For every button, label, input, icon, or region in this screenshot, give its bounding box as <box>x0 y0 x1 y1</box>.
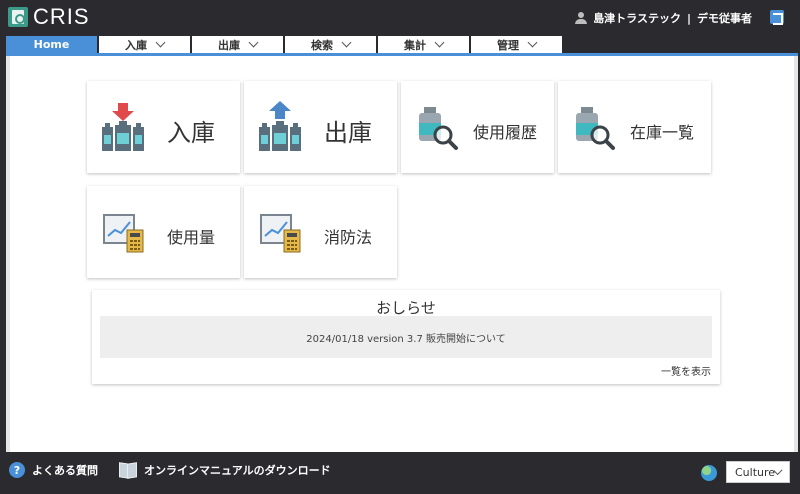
faq-label: よくある質問 <box>32 464 98 477</box>
app-title: CRIS <box>33 4 90 29</box>
help-icon: ? <box>9 462 25 478</box>
tile-receive[interactable]: 入庫 <box>87 81 240 173</box>
globe-icon <box>701 465 717 481</box>
faq-link[interactable]: ? よくある質問 <box>9 462 98 478</box>
tile-label: 使用履歴 <box>473 123 538 142</box>
logout-icon[interactable] <box>770 10 784 25</box>
chevron-down-icon <box>341 37 352 48</box>
user-company: 島津トラステック <box>593 12 681 25</box>
inventory-search-icon <box>574 107 618 151</box>
notice-item[interactable]: 2024/01/18 version 3.7 販売開始について <box>100 316 712 358</box>
fire-law-chart-calculator-icon <box>260 214 304 254</box>
chevron-down-icon <box>527 37 538 48</box>
tab-label: 出庫 <box>218 38 240 52</box>
receive-bottles-icon <box>101 101 145 153</box>
manual-download-link[interactable]: オンラインマニュアルのダウンロード <box>119 462 331 478</box>
tab-label: Home <box>33 38 70 51</box>
notice-show-all-link[interactable]: 一覧を表示 <box>661 363 711 378</box>
manual-label: オンラインマニュアルのダウンロード <box>144 464 331 477</box>
culture-label: Culture <box>735 465 776 479</box>
tile-label: 在庫一覧 <box>630 123 695 142</box>
issue-bottles-icon <box>258 101 302 153</box>
chevron-down-icon <box>155 37 166 48</box>
book-icon <box>119 463 137 477</box>
user-name: デモ従事者 <box>697 12 752 25</box>
tab-label: 検索 <box>311 38 333 52</box>
chevron-down-icon <box>248 37 259 48</box>
notice-panel: おしらせ 2024/01/18 version 3.7 販売開始について 一覧を… <box>92 290 720 384</box>
tab-label: 集計 <box>404 38 426 52</box>
app-footer: ? よくある質問 オンラインマニュアルのダウンロード Culture <box>0 452 800 494</box>
tile-issue[interactable]: 出庫 <box>244 81 397 173</box>
tab-manage[interactable]: 管理 <box>471 36 562 53</box>
tile-fire-law[interactable]: 消防法 <box>244 186 397 278</box>
tile-inventory[interactable]: 在庫一覧 <box>558 81 711 173</box>
usage-chart-calculator-icon <box>103 214 147 254</box>
tab-issue[interactable]: 出庫 <box>192 36 283 53</box>
tab-receive[interactable]: 入庫 <box>99 36 190 53</box>
tile-label: 出庫 <box>324 119 372 147</box>
tile-usage-amount[interactable]: 使用量 <box>87 186 240 278</box>
usage-history-search-icon <box>417 107 461 151</box>
tab-label: 入庫 <box>125 38 147 52</box>
user-separator: | <box>686 11 691 25</box>
tile-label: 消防法 <box>324 228 373 247</box>
notice-item-text: 2024/01/18 version 3.7 販売開始について <box>306 333 506 345</box>
chevron-down-icon <box>434 37 445 48</box>
tab-search[interactable]: 検索 <box>285 36 376 53</box>
tab-label: 管理 <box>497 38 519 52</box>
user-info: 島津トラステック | デモ従事者 <box>575 10 752 26</box>
main-content: 入庫 出庫 使用履歴 在庫一覧 使用量 消防法 おしらせ 2024/01/18 … <box>6 56 798 452</box>
culture-select[interactable]: Culture <box>726 461 790 483</box>
cris-logo-icon <box>8 7 28 27</box>
main-nav: Home 入庫 出庫 検索 集計 管理 <box>6 36 562 53</box>
tile-usage-history[interactable]: 使用履歴 <box>401 81 554 173</box>
user-icon <box>575 12 588 24</box>
notice-title: おしらせ <box>376 299 436 317</box>
tile-label: 入庫 <box>167 119 215 147</box>
tile-label: 使用量 <box>167 228 216 247</box>
tab-home[interactable]: Home <box>6 36 97 53</box>
app-header: CRIS 島津トラステック | デモ従事者 <box>0 0 800 36</box>
tab-aggregate[interactable]: 集計 <box>378 36 469 53</box>
